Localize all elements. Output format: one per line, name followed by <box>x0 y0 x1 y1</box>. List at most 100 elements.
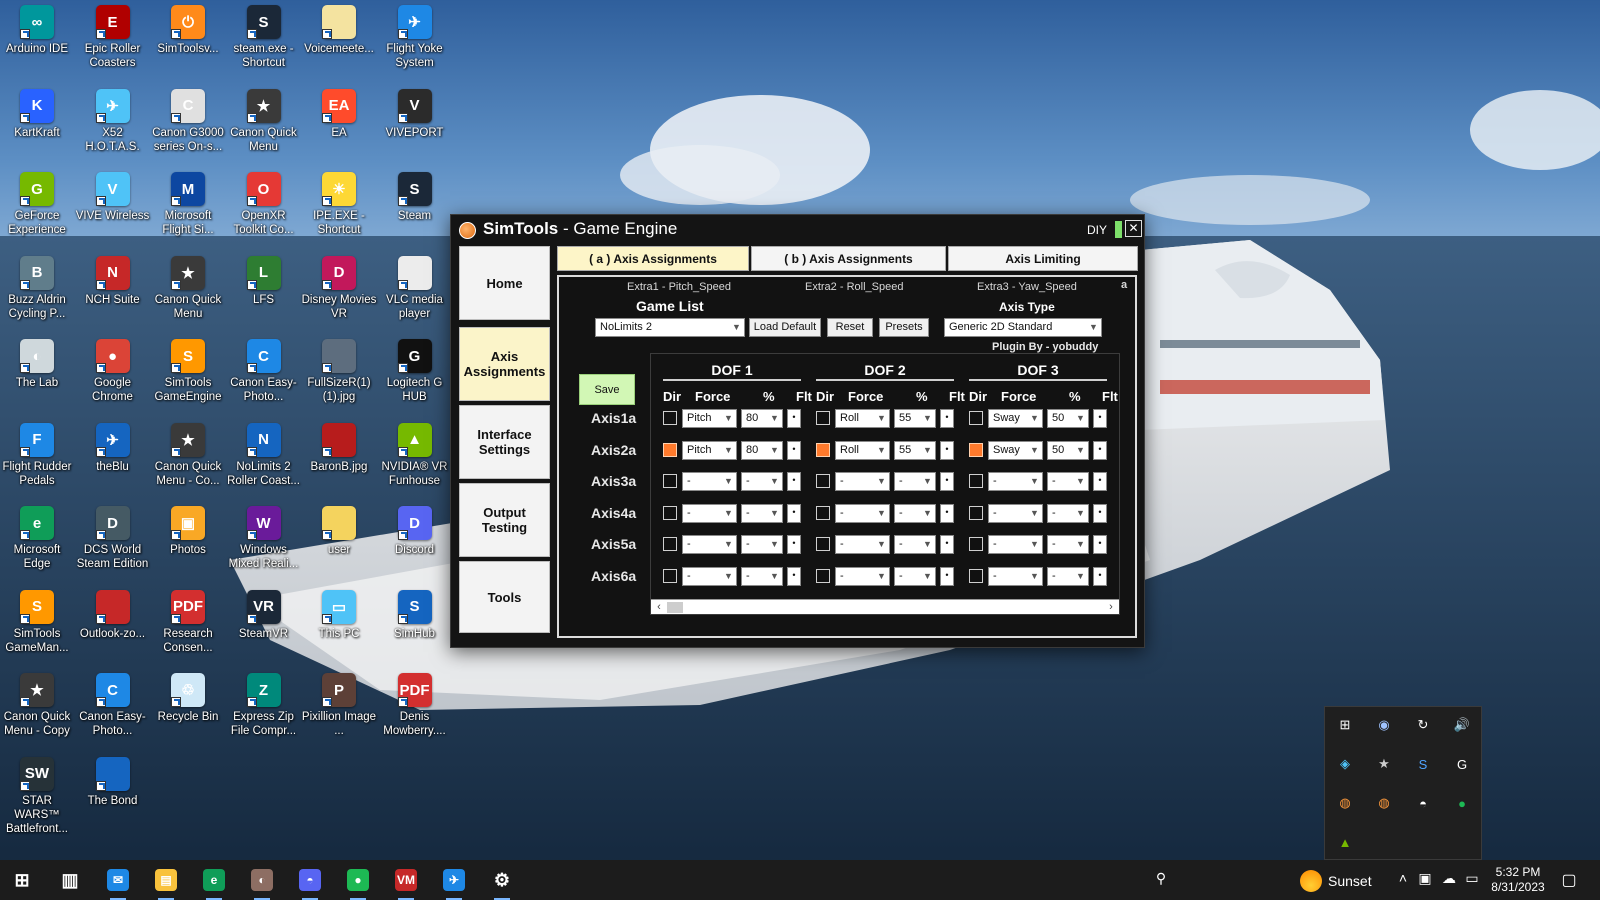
force-select[interactable]: Roll ▼ <box>835 409 890 428</box>
desktop-icon-steam-exe-shortcut[interactable]: Ssteam.exe - Shortcut <box>226 5 302 70</box>
dir-checkbox[interactable] <box>663 442 677 457</box>
desktop-icon-steam[interactable]: S Steam <box>377 172 453 223</box>
onedrive-icon[interactable]: ☁ <box>1440 870 1458 887</box>
desktop-icon-pixillion-image[interactable]: P Pixillion Image ... <box>301 673 377 738</box>
desktop-icon-voicemeete[interactable]: Voicemeete... <box>301 5 377 56</box>
nav-axis-assignments[interactable]: Axis Assignments <box>459 327 550 401</box>
desktop-icon-express-zip-file-compr[interactable]: Z Express Zip File Compr... <box>226 673 302 738</box>
dir-checkbox[interactable] <box>969 442 983 457</box>
meet-now-icon[interactable]: ▣ <box>1416 870 1434 887</box>
desktop-icon-arduino-ide[interactable]: ∞ Arduino IDE <box>0 5 75 56</box>
dir-checkbox[interactable] <box>663 537 677 551</box>
percent-select[interactable]: - ▼ <box>741 472 783 491</box>
force-select[interactable]: - ▼ <box>682 535 737 554</box>
load-default-button[interactable]: Load Default <box>749 318 821 337</box>
desktop-icon-viveport[interactable]: V VIVEPORT <box>377 88 453 140</box>
force-select[interactable]: Sway ▼ <box>988 409 1043 428</box>
force-select[interactable]: Roll ▼ <box>835 440 890 460</box>
filter-button[interactable]: • <box>940 472 954 491</box>
desktop-icon-star-wars-battlefront[interactable]: SW STAR WARS™ Battlefront... <box>0 756 75 836</box>
vive-tray-icon[interactable]: ◈ <box>1336 755 1354 773</box>
clock[interactable]: 5:32 PM 8/31/2023 <box>1488 865 1548 895</box>
desktop-icon-simtools-gameman[interactable]: S SimTools GameMan... <box>0 589 75 655</box>
filter-button[interactable]: • <box>787 440 801 460</box>
simhub-tray-icon[interactable]: S <box>1414 755 1432 773</box>
notification-center-icon[interactable]: ▢ <box>1560 870 1578 890</box>
desktop-icon-kartkraft[interactable]: K KartKraft <box>0 88 75 140</box>
dir-checkbox[interactable] <box>969 568 983 583</box>
desktop-icon-nch-suite[interactable]: N NCH Suite <box>75 255 151 307</box>
dir-checkbox[interactable] <box>816 442 830 457</box>
force-select[interactable]: - ▼ <box>988 503 1043 523</box>
desktop-icon-vive-wireless[interactable]: V VIVE Wireless <box>75 172 151 223</box>
show-hidden-icons-chevron-icon[interactable]: ˄ <box>1394 870 1412 886</box>
force-select[interactable]: - ▼ <box>835 503 890 523</box>
dir-checkbox[interactable] <box>969 411 983 425</box>
nav-tools[interactable]: Tools <box>459 561 550 633</box>
mail-taskbar-button[interactable]: ✉ <box>96 860 140 900</box>
filter-button[interactable]: • <box>787 503 801 523</box>
desktop-icon-canon-easy-photo[interactable]: C Canon Easy-Photo... <box>226 339 302 404</box>
desktop-icon-disney-movies-vr[interactable]: D Disney Movies VR <box>301 255 377 321</box>
tab-b-axis-assignments[interactable]: ( b ) Axis Assignments <box>751 246 946 271</box>
nav-interface-settings[interactable]: Interface Settings <box>459 405 550 479</box>
desktop-icon-steamvr[interactable]: VR SteamVR <box>226 589 302 641</box>
desktop-icon-canon-quick-menu[interactable]: ★ Canon Quick Menu <box>226 88 302 154</box>
windows-security-icon[interactable]: ⊞ <box>1336 716 1354 734</box>
nav-home[interactable]: Home <box>459 246 550 320</box>
percent-select[interactable]: - ▼ <box>741 503 783 523</box>
filter-button[interactable]: • <box>1093 472 1107 491</box>
people-icon[interactable]: ⚲ <box>1152 870 1170 887</box>
filter-button[interactable]: • <box>787 409 801 428</box>
canon-tray-icon[interactable]: ★ <box>1375 755 1393 773</box>
force-select[interactable]: - ▼ <box>988 472 1043 491</box>
desktop-icon-canon-easy-photo[interactable]: C Canon Easy-Photo... <box>75 673 151 738</box>
percent-select[interactable]: - ▼ <box>894 503 936 523</box>
filter-button[interactable]: • <box>940 503 954 523</box>
force-select[interactable]: - ▼ <box>682 503 737 523</box>
edge-taskbar-button[interactable]: e <box>192 860 236 900</box>
filter-button[interactable]: • <box>940 409 954 428</box>
desktop-icon-user[interactable]: user <box>301 506 377 557</box>
dir-checkbox[interactable] <box>969 537 983 551</box>
dir-checkbox[interactable] <box>816 505 830 520</box>
desktop-icon-lfs[interactable]: L LFS <box>226 255 302 307</box>
settings-taskbar-button[interactable]: ⚙ <box>480 860 524 900</box>
gimp-taskbar-button[interactable]: ◐ <box>240 860 284 900</box>
desktop-icon-vlc-media-player[interactable]: VLC media player <box>377 255 453 321</box>
spotify-taskbar-button[interactable]: ● <box>336 860 380 900</box>
dir-checkbox[interactable] <box>969 505 983 520</box>
filter-button[interactable]: • <box>940 535 954 554</box>
presets-button[interactable]: Presets <box>879 318 929 337</box>
weather-widget[interactable]: Sunset <box>1300 870 1372 892</box>
steam-tray-icon[interactable]: ◉ <box>1375 716 1393 734</box>
filter-button[interactable]: • <box>787 566 801 586</box>
desktop-icon-denis-mowberry[interactable]: PDF Denis Mowberry.... <box>377 673 453 738</box>
filter-button[interactable]: • <box>1093 409 1107 428</box>
force-select[interactable]: - ▼ <box>988 535 1043 554</box>
desktop-icon-theblu[interactable]: ✈ theBlu <box>75 422 151 474</box>
desktop-icon-flight-rudder-pedals[interactable]: F Flight Rudder Pedals <box>0 422 75 488</box>
percent-select[interactable]: 55 ▼ <box>894 440 936 460</box>
dir-checkbox[interactable] <box>663 411 677 425</box>
axis-type-select[interactable]: Generic 2D Standard ▼ <box>944 318 1102 337</box>
percent-select[interactable]: - ▼ <box>1047 472 1089 491</box>
force-select[interactable]: - ▼ <box>835 535 890 554</box>
desktop-icon-discord[interactable]: D Discord <box>377 506 453 557</box>
desktop-icon-research-consen[interactable]: PDF Research Consen... <box>150 589 226 655</box>
close-button[interactable]: ✕ <box>1125 220 1142 237</box>
dir-checkbox[interactable] <box>663 505 677 520</box>
filter-button[interactable]: • <box>1093 566 1107 586</box>
desktop-icon-epic-roller-coasters[interactable]: E Epic Roller Coasters <box>75 5 151 70</box>
filter-button[interactable]: • <box>1093 535 1107 554</box>
desktop-icon-dcs-world-steam-edition[interactable]: D DCS World Steam Edition <box>75 506 151 571</box>
filter-button[interactable]: • <box>787 535 801 554</box>
desktop-icon-simtools-gameengine[interactable]: S SimTools GameEngine <box>150 339 226 404</box>
filter-button[interactable]: • <box>1093 440 1107 460</box>
game-list-select[interactable]: NoLimits 2 ▼ <box>595 318 745 337</box>
filter-button[interactable]: • <box>940 566 954 586</box>
percent-select[interactable]: - ▼ <box>741 535 783 554</box>
desktop-icon-canon-quick-menu-copy[interactable]: ★ Canon Quick Menu - Copy <box>0 673 75 738</box>
desktop-icon-the-bond[interactable]: The Bond <box>75 756 151 808</box>
voicemeeter-taskbar-button[interactable]: VM <box>384 860 428 900</box>
